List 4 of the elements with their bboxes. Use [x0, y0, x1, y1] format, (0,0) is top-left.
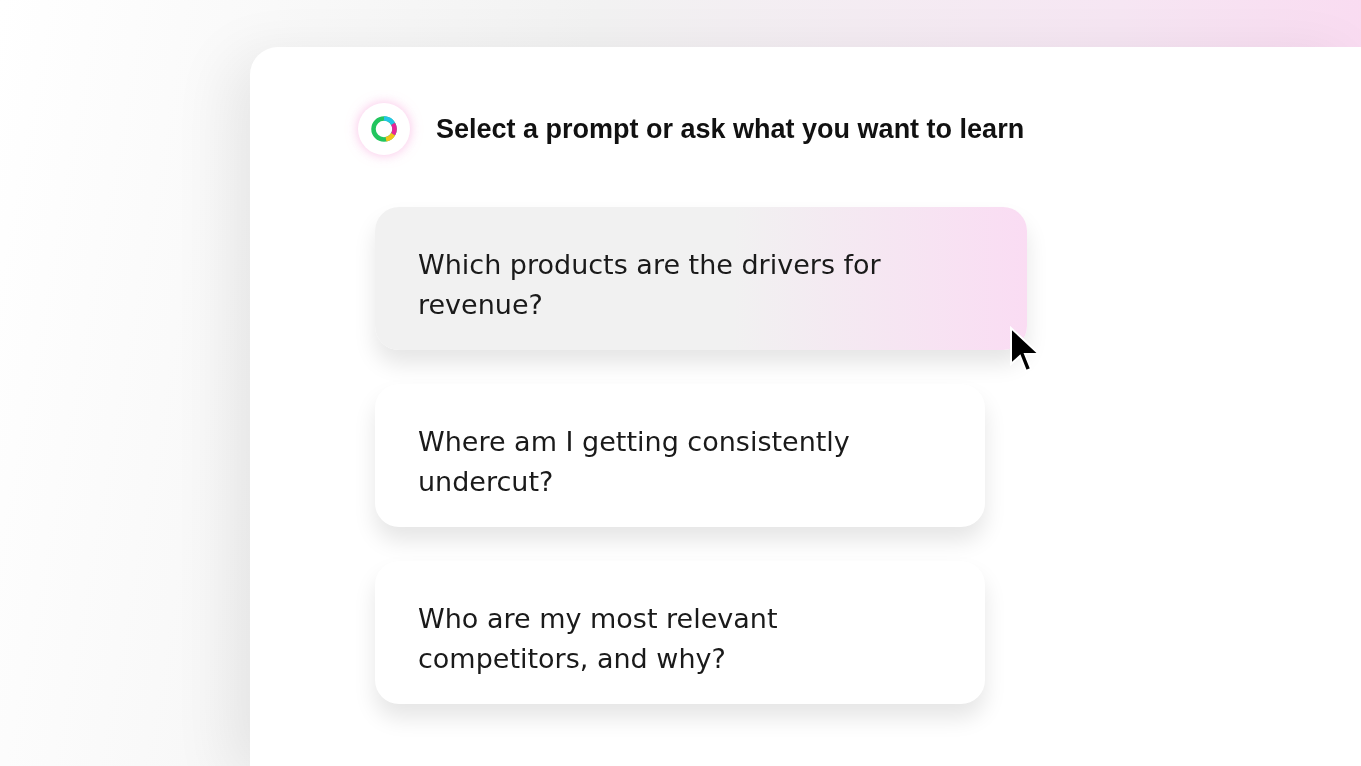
prompt-heading: Select a prompt or ask what you want to learn [436, 113, 1025, 145]
prompt-card[interactable]: Where am I getting consistently undercut? [375, 384, 985, 527]
logo-icon [358, 103, 410, 155]
prompt-card[interactable]: Who are my most relevant competitors, and why? [375, 561, 985, 704]
